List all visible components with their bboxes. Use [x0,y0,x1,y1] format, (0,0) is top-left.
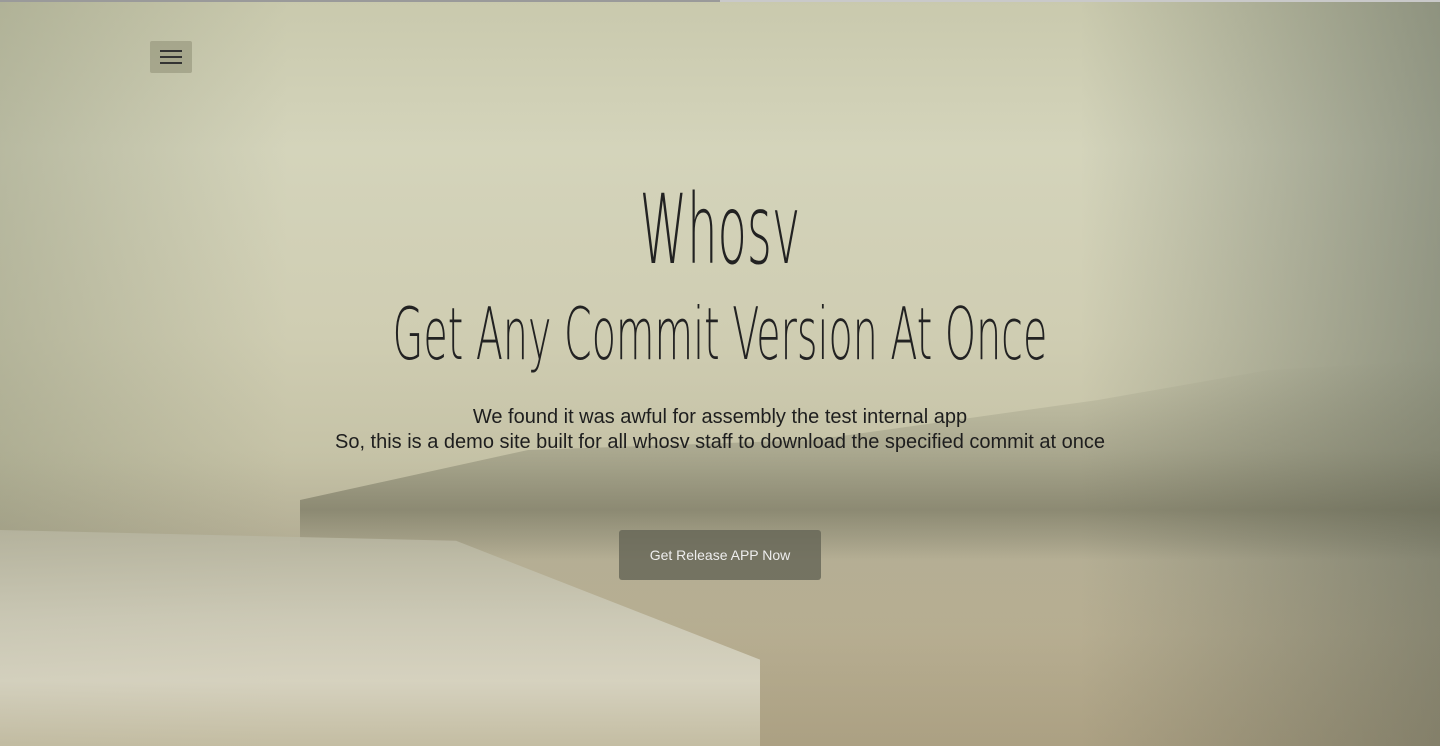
get-release-app-button[interactable]: Get Release APP Now [619,530,821,580]
scrollbar[interactable] [0,0,1440,2]
description-line-1: We found it was awful for assembly the t… [472,406,968,428]
background-hills [300,360,1440,560]
scrollbar-thumb[interactable] [0,0,720,2]
hamburger-menu-icon [160,62,182,64]
hamburger-menu-icon [160,56,182,58]
description-line-2: So, this is a demo site built for all wh… [334,431,1106,453]
menu-button[interactable] [150,41,192,73]
hamburger-menu-icon [160,50,182,52]
site-title: Whosv [639,174,801,286]
site-subtitle: Get Any Commit Version At Once [392,292,1048,376]
description: We found it was awful for assembly the t… [0,405,1440,455]
